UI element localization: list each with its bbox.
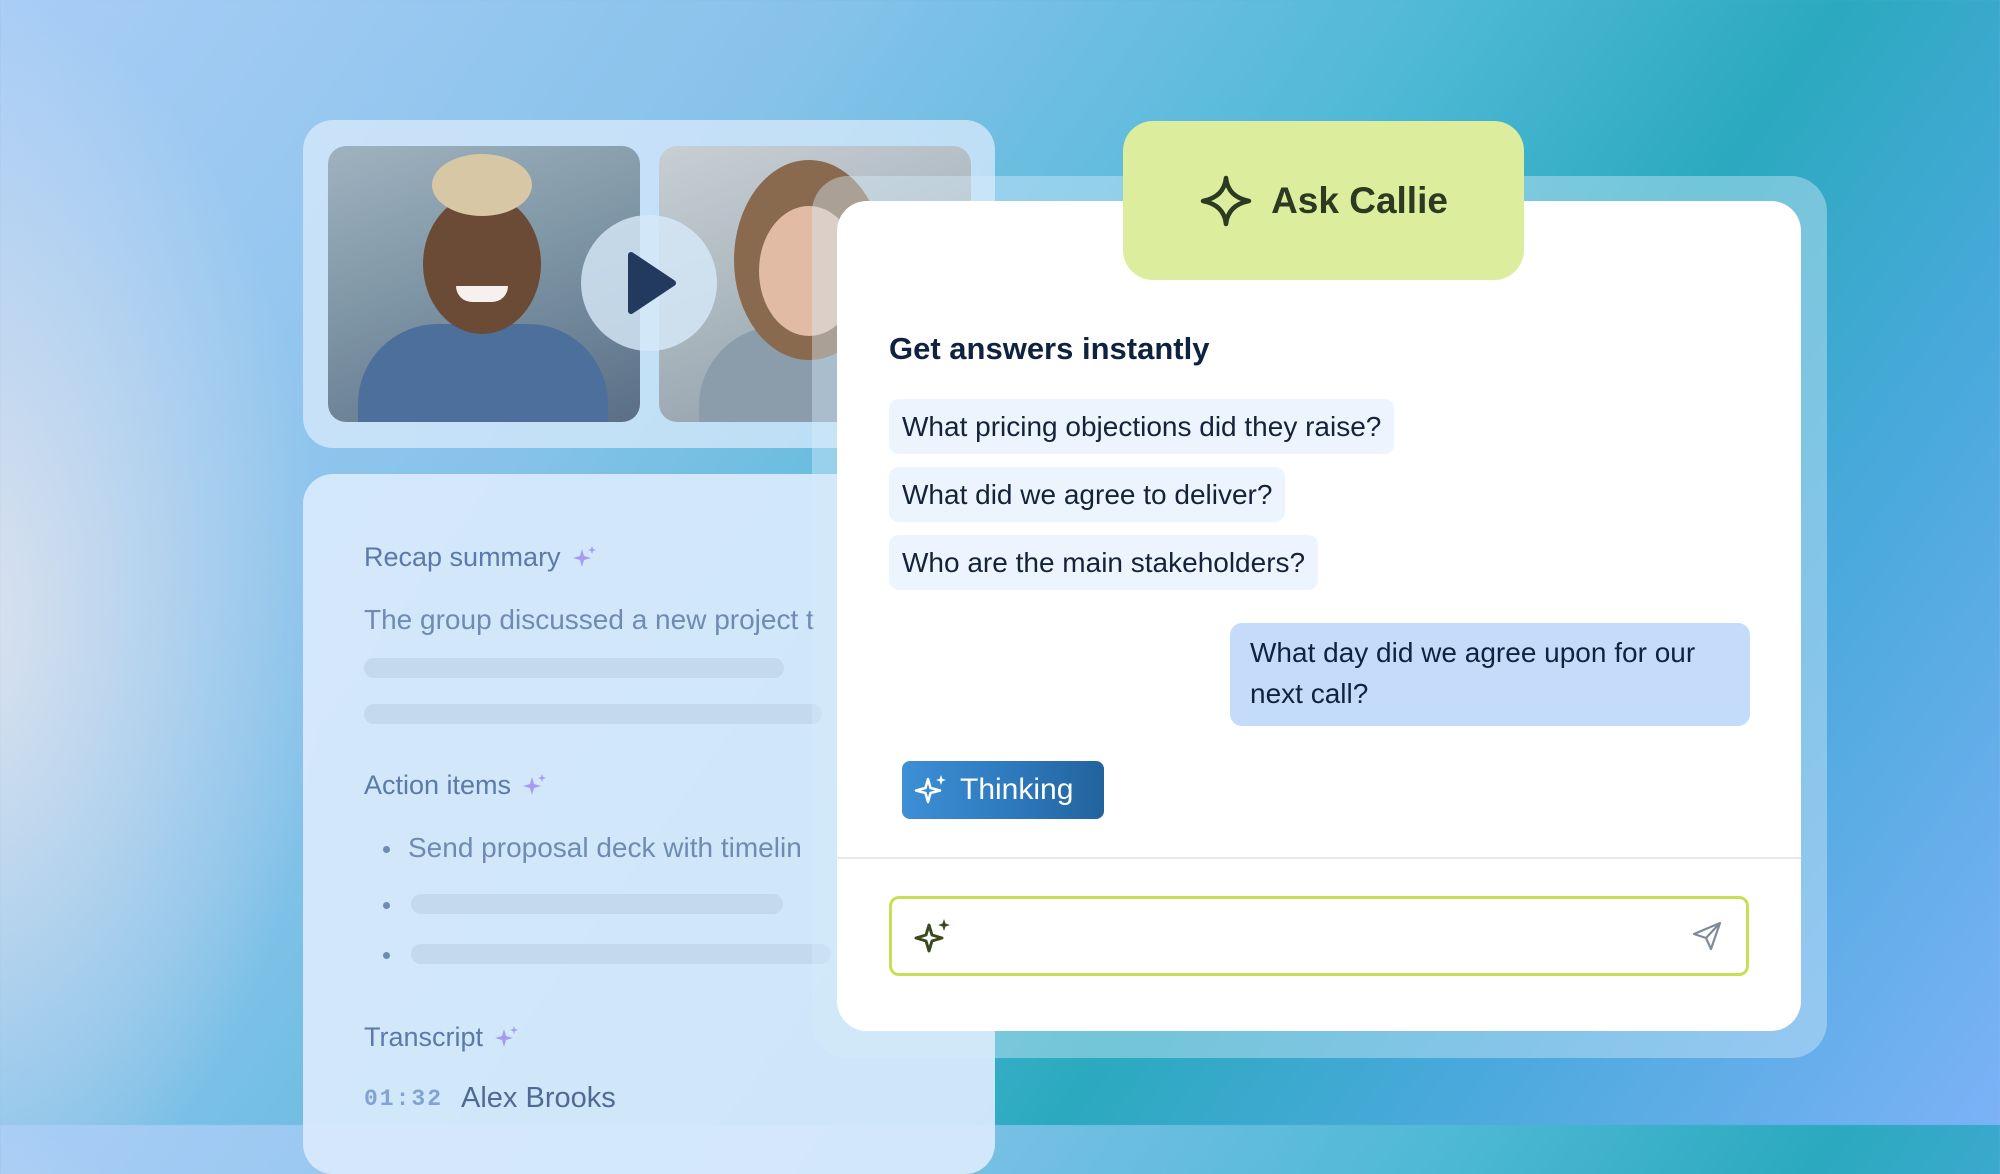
sparkle-icon (914, 919, 950, 953)
chat-heading: Get answers instantly (889, 331, 1210, 366)
suggestion-chip[interactable]: Who are the main stakeholders? (889, 535, 1319, 590)
thinking-indicator: Thinking (902, 761, 1104, 819)
recap-summary-text: The group discussed a new project t (364, 604, 814, 635)
recap-summary-title: Recap summary (364, 542, 561, 572)
sparkle-icon (523, 773, 547, 795)
play-button[interactable] (581, 215, 717, 351)
action-item: Send proposal deck with timelin (408, 832, 802, 863)
sparkle-icon (1200, 175, 1252, 226)
smile (456, 286, 508, 302)
ask-callie-tab[interactable]: Ask Callie (1123, 121, 1524, 280)
placeholder-line (411, 944, 831, 964)
recap-summary-heading: Recap summary (364, 542, 597, 573)
transcript-title: Transcript (364, 1022, 484, 1052)
participant-hair (432, 154, 532, 216)
transcript-timestamp[interactable]: 01:32 (364, 1086, 443, 1112)
play-icon (628, 252, 676, 314)
sparkle-icon (914, 775, 946, 804)
sparkle-icon (572, 545, 596, 567)
placeholder-line (364, 658, 784, 678)
transcript-heading: Transcript (364, 1022, 519, 1053)
divider (837, 857, 1801, 859)
action-items-heading: Action items (364, 770, 547, 801)
ask-callie-label: Ask Callie (1271, 179, 1448, 221)
participant-body (358, 324, 608, 422)
action-items-title: Action items (364, 770, 512, 800)
placeholder-line (411, 894, 783, 914)
chat-input[interactable] (962, 899, 1646, 975)
bullet (383, 952, 390, 959)
sparkle-icon (495, 1025, 519, 1047)
bullet (383, 902, 390, 909)
chat-input-box[interactable] (889, 896, 1749, 976)
send-icon[interactable] (1690, 919, 1724, 953)
transcript-speaker: Alex Brooks (461, 1082, 616, 1114)
placeholder-line (364, 704, 822, 724)
thinking-label: Thinking (960, 773, 1074, 806)
suggestion-chip[interactable]: What did we agree to deliver? (889, 467, 1286, 522)
suggestion-chip[interactable]: What pricing objections did they raise? (889, 399, 1395, 454)
chat-panel: Get answers instantly What pricing objec… (837, 201, 1801, 1031)
user-message: What day did we agree upon for our next … (1230, 623, 1750, 726)
bullet (383, 846, 390, 853)
